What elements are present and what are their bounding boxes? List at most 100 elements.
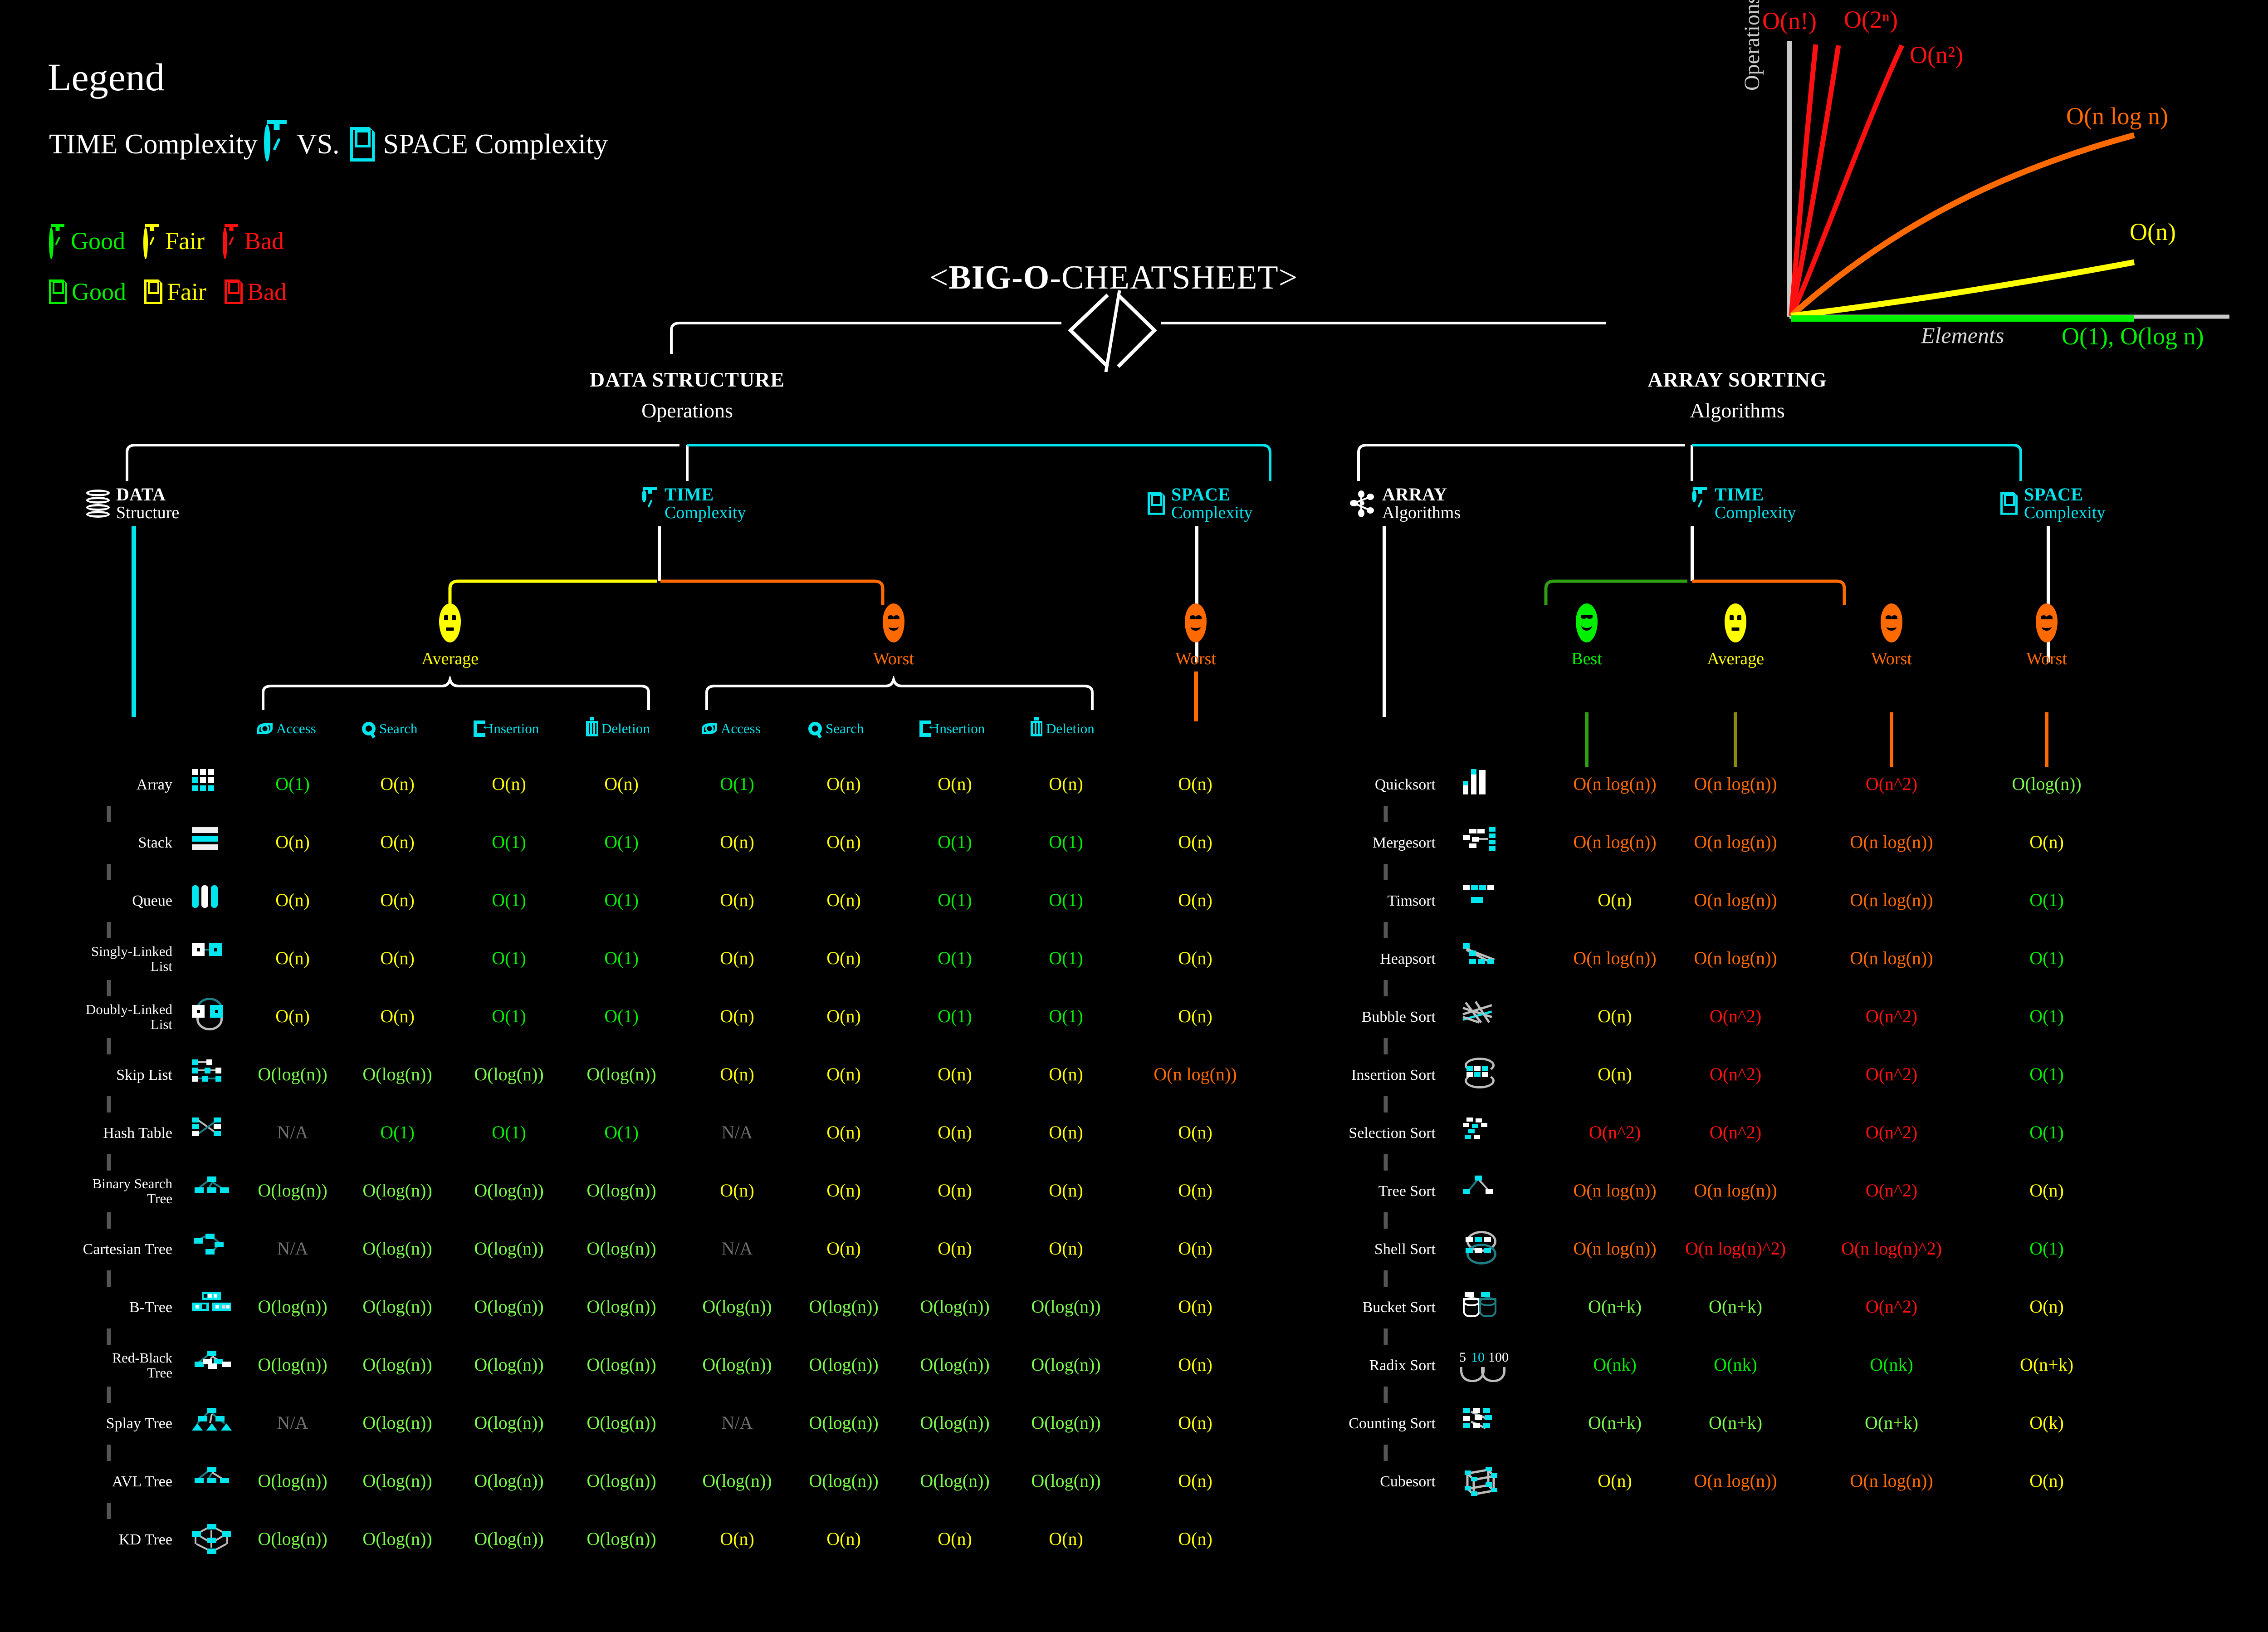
ds-cell-average-deletion: O(1) [604,832,639,852]
data-structure-head-sub: Structure [116,503,180,522]
as-cell-worst: O(n+k) [1864,1412,1919,1433]
as-cell-worst: O(n log(n)) [1850,1470,1933,1491]
ds-cell-average-access: O(n) [275,890,310,910]
neutral-face-icon [439,603,461,642]
row-spine [107,806,111,822]
kd-tree-icon [192,1524,233,1556]
b-tree-icon [192,1292,233,1323]
ds-cell-average-access: O(1) [275,774,310,794]
ds-cell-worst-search: O(log(n)) [809,1296,879,1317]
ds-cell-worst-search: O(n) [826,1238,861,1259]
as-case-worst [1881,603,1902,642]
as-cell-worst: O(nk) [1870,1354,1913,1375]
as-row-label: Timsort [1387,892,1436,909]
ds-cell-average-insertion: O(log(n)) [474,1064,544,1084]
as-cell-best: O(n log(n)) [1573,1180,1657,1201]
ds-row-label: Array [136,776,172,793]
legend-space-quality-row: Good Fair Bad [49,278,305,306]
ds-row-label: AVL Tree [112,1473,172,1490]
stopwatch-icon [264,120,289,162]
as-row-label: Radix Sort [1369,1357,1436,1374]
counting-sort-icon [1463,1408,1504,1440]
ds-cell-worst-insertion: O(n) [938,1064,972,1084]
chart-series-label-exponential: O(2ⁿ) [1844,6,1898,33]
ds-average-op-brace [262,676,650,710]
ds-case-brace [448,579,885,605]
red-black-tree-icon [192,1350,233,1382]
ds-cell-worst-insertion: O(log(n)) [920,1296,990,1317]
insertion-icon [474,719,494,737]
ds-cell-average-access: O(n) [275,948,310,968]
ds-cell-average-insertion: O(1) [492,832,526,852]
ds-cell-space: O(n) [1178,890,1212,910]
floppy-disk-icon [1148,492,1165,515]
neutral-face-icon [1725,603,1746,642]
ds-cell-worst-search: O(log(n)) [809,1412,879,1433]
ds-cell-average-insertion: O(1) [492,1122,526,1142]
avl-tree-icon [192,1466,233,1498]
as-cell-worst-space: O(1) [2029,890,2064,910]
ds-cell-worst-deletion: O(n) [1049,1122,1083,1142]
legend-time-vs-space: TIME Complexity VS. SPACE Complexity [49,120,608,162]
ds-cell-average-search: O(log(n)) [362,1238,432,1259]
ds-cell-average-access: O(log(n)) [258,1354,327,1375]
data-structure-space-head: SPACE Complexity [1148,485,1252,522]
ds-cell-average-search: O(log(n)) [362,1529,432,1549]
as-cell-average: O(nk) [1714,1354,1757,1375]
as-cell-average: O(n^2) [1709,1064,1762,1084]
legend-space-fair: Fair [144,278,206,306]
op-header-insertion: Insertion [474,719,539,737]
as-cell-best: O(n+k) [1588,1296,1642,1317]
ds-cell-space: O(n) [1178,1006,1212,1026]
op-header-label: Access [721,720,761,736]
sad-face-icon [2036,603,2058,642]
ds-cell-space: O(n) [1178,1180,1212,1201]
ds-row-label: Splay Tree [106,1415,172,1432]
row-spine [1383,864,1388,880]
stopwatch-icon [1692,487,1708,515]
mergesort-icon [1463,827,1504,859]
ds-cell-average-search: O(n) [380,890,415,910]
ds-row-label: Singly-Linked List [91,943,172,974]
op-header-label: Deletion [1046,720,1095,736]
legend-space-bad-label: Bad [247,278,287,305]
op-header-search: Search [362,720,417,737]
ds-cell-average-deletion: O(log(n)) [587,1296,656,1317]
floppy-disk-icon [144,279,162,304]
row-spine [107,1038,111,1054]
legend-time-bad-label: Bad [244,227,284,255]
ds-cell-worst-insertion: O(1) [938,1006,972,1026]
ds-space-case-stem [1194,671,1198,721]
ds-cell-worst-search: O(n) [826,948,861,968]
as-cell-average: O(n log(n)) [1694,832,1777,852]
quicksort-bars-icon [1463,769,1504,801]
ds-structure-stem [132,526,136,717]
as-cell-average: O(n log(n)) [1694,948,1777,968]
ds-cell-average-deletion: O(1) [604,890,639,910]
complexity-growth-chart: Operations Elements O(n!) O(2ⁿ) O(n²) O(… [1740,0,2252,354]
as-best-stem [1585,712,1589,767]
as-row-label: Cubesort [1380,1473,1436,1490]
op-header-deletion: Deletion [586,717,650,737]
as-cell-worst-space: O(1) [2029,948,2064,968]
ds-cell-space: O(n) [1178,1238,1212,1259]
ds-case-average [439,603,461,642]
row-spine [107,1096,111,1113]
as-cell-best: O(n log(n)) [1573,948,1657,968]
op-header-label: Search [379,720,418,736]
magnifier-icon [362,722,376,735]
ds-cell-worst-deletion: O(1) [1049,890,1083,910]
row-spine [1383,1038,1388,1054]
ds-cell-average-search: O(n) [380,948,415,968]
row-spine [107,1387,111,1403]
ds-cell-worst-search: O(n) [826,774,861,794]
queue-icon [192,885,233,917]
tree-sort-icon [1463,1176,1504,1207]
as-case-average-label: Average [1707,649,1764,668]
ds-cell-worst-search: O(n) [826,832,861,852]
ds-cell-worst-deletion: O(1) [1049,832,1083,852]
ds-cell-space: O(n) [1178,832,1212,852]
as-cell-average: O(n log(n)) [1694,1180,1777,1201]
ds-cell-average-insertion: O(log(n)) [474,1238,544,1259]
ds-row-label: Binary Search Tree [92,1176,172,1206]
